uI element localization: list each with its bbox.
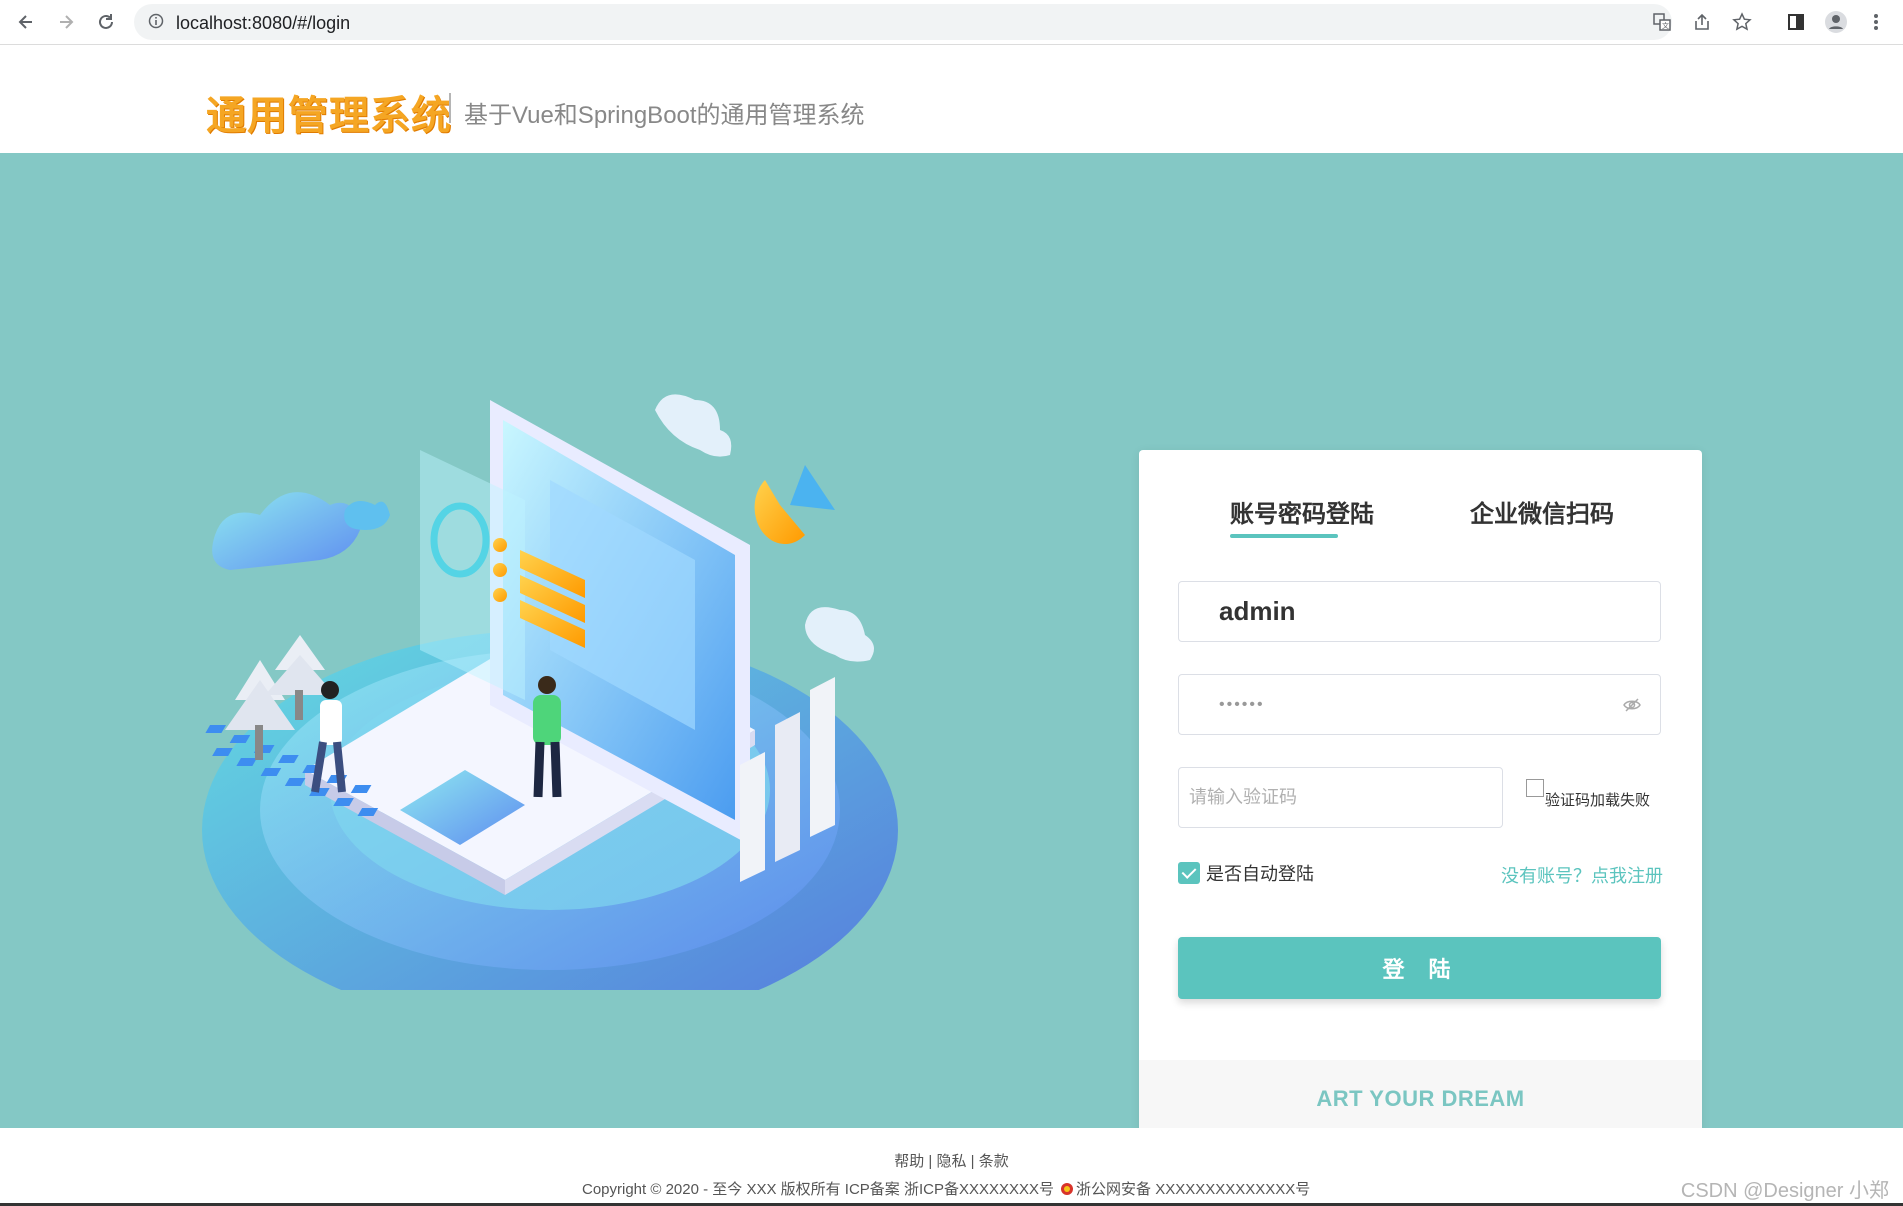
footer-links: 帮助 | 隐私 | 条款 — [0, 1150, 1903, 1171]
tab-account-login[interactable]: 账号密码登陆 — [1230, 494, 1374, 529]
forward-icon[interactable] — [52, 8, 80, 36]
captcha-field — [1178, 767, 1503, 828]
card-footer: ART YOUR DREAM — [1139, 1060, 1702, 1138]
login-card: 账号密码登陆 企业微信扫码 验证码加载失败 是否自动登陆 没有账号？点我注册 登… — [1139, 450, 1702, 1138]
logo[interactable]: 通用管理系统 — [206, 83, 452, 141]
logo-divider — [449, 93, 451, 123]
police-badge-icon — [1060, 1182, 1074, 1196]
copyright-text: Copyright © 2020 - 至今 XXX 版权所有 ICP备案 浙IC… — [582, 1181, 1055, 1198]
remember-login-checkbox[interactable]: 是否自动登陆 — [1178, 860, 1314, 886]
reload-icon[interactable] — [92, 8, 120, 36]
share-icon[interactable] — [1690, 10, 1714, 34]
login-main-area: 账号密码登陆 企业微信扫码 验证码加载失败 是否自动登陆 没有账号？点我注册 登… — [0, 153, 1903, 1138]
footer-link-help[interactable]: 帮助 — [894, 1153, 924, 1170]
footer-link-privacy[interactable]: 隐私 — [936, 1153, 966, 1170]
username-input[interactable] — [1179, 582, 1660, 641]
address-bar[interactable]: localhost:8080/#/login 文 — [134, 4, 1752, 40]
footer-separator: | — [924, 1153, 937, 1170]
captcha-input[interactable] — [1179, 768, 1502, 827]
tab-wechat-scan[interactable]: 企业微信扫码 — [1470, 494, 1614, 529]
footer-copyright: Copyright © 2020 - 至今 XXX 版权所有 ICP备案 浙IC… — [582, 1178, 1310, 1199]
password-input[interactable] — [1179, 675, 1660, 734]
star-icon[interactable] — [1730, 10, 1754, 34]
login-button[interactable]: 登陆 — [1178, 937, 1661, 999]
translate-icon[interactable]: 文 — [1650, 10, 1674, 34]
svg-text:文: 文 — [1662, 21, 1669, 30]
captcha-alt-text: 验证码加载失败 — [1545, 792, 1651, 809]
site-header: 通用管理系统 基于Vue和SpringBoot的通用管理系统 — [0, 45, 1903, 153]
footer-link-terms[interactable]: 条款 — [979, 1153, 1009, 1170]
sidepanel-icon[interactable] — [1784, 10, 1808, 34]
watermark: CSDN @Designer 小郑 — [1680, 1180, 1889, 1202]
police-record-text[interactable]: 浙公网安备 XXXXXXXXXXXXXX号 — [1076, 1178, 1310, 1199]
card-slogan: ART YOUR DREAM — [1316, 1086, 1525, 1111]
address-url[interactable]: localhost:8080/#/login — [176, 13, 350, 34]
menu-icon[interactable] — [1864, 10, 1888, 34]
register-link[interactable]: 没有账号？点我注册 — [1501, 862, 1663, 888]
header-subtitle: 基于Vue和SpringBoot的通用管理系统 — [464, 102, 865, 129]
remember-login-label: 是否自动登陆 — [1206, 864, 1314, 884]
back-icon[interactable] — [12, 8, 40, 36]
profile-icon[interactable] — [1824, 10, 1848, 34]
browser-toolbar: localhost:8080/#/login 文 — [0, 0, 1903, 45]
active-tab-indicator — [1230, 534, 1338, 538]
username-field — [1178, 581, 1661, 642]
footer-separator: | — [966, 1153, 979, 1170]
password-field — [1178, 674, 1661, 735]
captcha-image[interactable]: 验证码加载失败 — [1526, 779, 1656, 809]
page-footer: 帮助 | 隐私 | 条款 Copyright © 2020 - 至今 XXX 版… — [0, 1128, 1903, 1206]
broken-image-icon — [1526, 779, 1544, 797]
isometric-illustration — [202, 394, 898, 990]
info-icon[interactable] — [148, 13, 164, 29]
eye-off-icon[interactable] — [1622, 695, 1642, 715]
checkbox-checked-icon[interactable] — [1178, 862, 1200, 884]
